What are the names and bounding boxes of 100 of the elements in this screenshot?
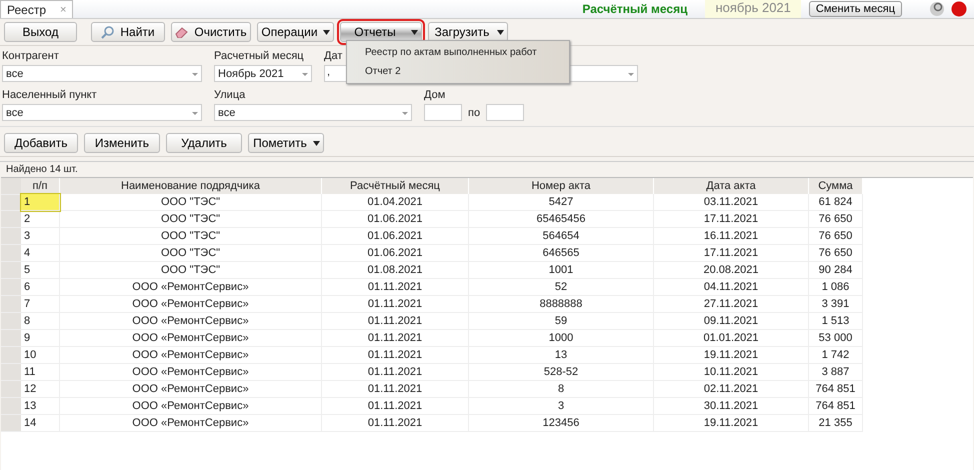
table-cell: 13 [468,346,654,364]
toolbar-button[interactable]: Найти [91,22,165,42]
table-cell: 1000 [468,330,654,346]
table-cell: 564654 [468,228,654,244]
tab[interactable]: Реестр × [0,0,74,18]
column-header[interactable]: Расчётный месяц [322,178,468,194]
table-cell: ООО «РемонтСервис» [60,398,322,414]
table-cell: 01.06.2021 [322,228,468,244]
period-label: Расчётный месяц [582,2,688,16]
table-cell: 59 [468,312,654,330]
table-cell: 3 [21,228,60,244]
table-cell: 27.11.2021 [654,296,808,312]
dropdown-button[interactable]: Отчеты [340,22,422,42]
table-cell: 17.11.2021 [654,210,808,228]
table-cell: 764 851 [808,398,862,414]
caret-icon [313,141,320,146]
table-cell: 65465456 [468,210,654,228]
table-cell: 12 [21,380,60,398]
table-cell: 8 [21,312,60,330]
combo-box[interactable]: все [2,104,202,121]
table-cell: 76 650 [808,228,862,244]
dropdown-button[interactable]: Операции [257,22,334,42]
toolbar-button[interactable]: Очистить [171,22,251,42]
table-cell: 3 [468,398,654,414]
caret-icon [497,30,504,35]
table-cell: 20.08.2021 [654,262,808,278]
table-cell: 1 513 [808,312,862,330]
table-cell: ООО «РемонтСервис» [60,296,322,312]
table-cell: 4 [21,244,60,262]
close-icon[interactable] [950,1,968,17]
table-cell: 53 000 [808,330,862,346]
table-cell: ООО «РемонтСервис» [60,414,322,432]
toolbar-button[interactable]: Выход [4,22,77,42]
table-cell: 01.06.2021 [322,210,468,228]
column-header[interactable]: п/п [21,178,60,194]
table-cell: ООО «РемонтСервис» [60,278,322,296]
table-cell: 528-52 [468,364,654,380]
table-cell: 30.11.2021 [654,398,808,414]
input-field[interactable] [424,104,462,121]
field-label: Дом [424,89,446,101]
dropdown-button[interactable]: Пометить [248,133,324,153]
table-cell: ООО "ТЭС" [60,244,322,262]
table-cell: 16.11.2021 [654,228,808,244]
table-cell: 123456 [468,414,654,432]
table-cell: 01.04.2021 [322,194,468,210]
magnifier-icon[interactable] [928,1,946,17]
table-cell: 1 086 [808,278,862,296]
table-cell: 01.08.2021 [322,262,468,278]
table-cell: 3 391 [808,296,862,312]
table-cell: 10 [21,346,60,364]
column-header[interactable]: Дата акта [654,178,808,194]
table-cell: 61 824 [808,194,862,210]
caret-icon [323,30,330,35]
combo-box[interactable]: Ноябрь 2021 [214,65,312,82]
dropdown-button[interactable]: Загрузить [428,22,508,42]
table-cell: 01.11.2021 [322,330,468,346]
combo-box[interactable]: все [214,104,412,121]
table-cell: 1001 [468,262,654,278]
table-cell: ООО «РемонтСервис» [60,364,322,380]
table-cell: 01.11.2021 [322,296,468,312]
menu-item[interactable]: Реестр по актам выполненных работ [347,43,569,62]
change-month-button[interactable]: Сменить месяц [808,1,902,17]
table-cell: ООО «РемонтСервис» [60,330,322,346]
table-cell: 90 284 [808,262,862,278]
table-cell: 764 851 [808,380,862,398]
table-cell: 19.11.2021 [654,414,808,432]
table-cell: 5427 [468,194,654,210]
table-cell: 9 [21,330,60,346]
table-cell: 01.11.2021 [322,346,468,364]
table-cell: 01.11.2021 [322,380,468,398]
table-cell: 5 [21,262,60,278]
table-cell: 76 650 [808,244,862,262]
combo-box[interactable]: все [2,65,202,82]
table-cell: 10.11.2021 [654,364,808,380]
column-header[interactable]: Сумма [808,178,862,194]
table-cell: ООО "ТЭС" [60,228,322,244]
column-header[interactable]: Номер акта [468,178,654,194]
search-icon [101,25,116,39]
table-cell: ООО "ТЭС" [60,262,322,278]
table-cell: ООО «РемонтСервис» [60,346,322,364]
column-header[interactable]: Наименование подрядчика [60,178,322,194]
input-field[interactable] [486,104,524,121]
table-cell: 01.11.2021 [322,278,468,296]
table-cell: 1 [21,194,60,210]
table-cell: ООО "ТЭС" [60,194,322,210]
table-cell: 01.01.2021 [654,330,808,346]
action-button[interactable]: Удалить [166,133,242,153]
menu-item[interactable]: Отчет 2 [347,62,569,81]
table-cell: 1 742 [808,346,862,364]
field-label: Контрагент [2,50,59,62]
eraser-icon [175,26,190,38]
table-cell: 21 355 [808,414,862,432]
action-button[interactable]: Изменить [84,133,160,153]
action-button[interactable]: Добавить [4,133,78,153]
table-cell: 646565 [468,244,654,262]
table-cell: 01.06.2021 [322,244,468,262]
table-cell: 76 650 [808,210,862,228]
table-cell: 52 [468,278,654,296]
table-cell: 6 [21,278,60,296]
table-cell: 01.11.2021 [322,312,468,330]
